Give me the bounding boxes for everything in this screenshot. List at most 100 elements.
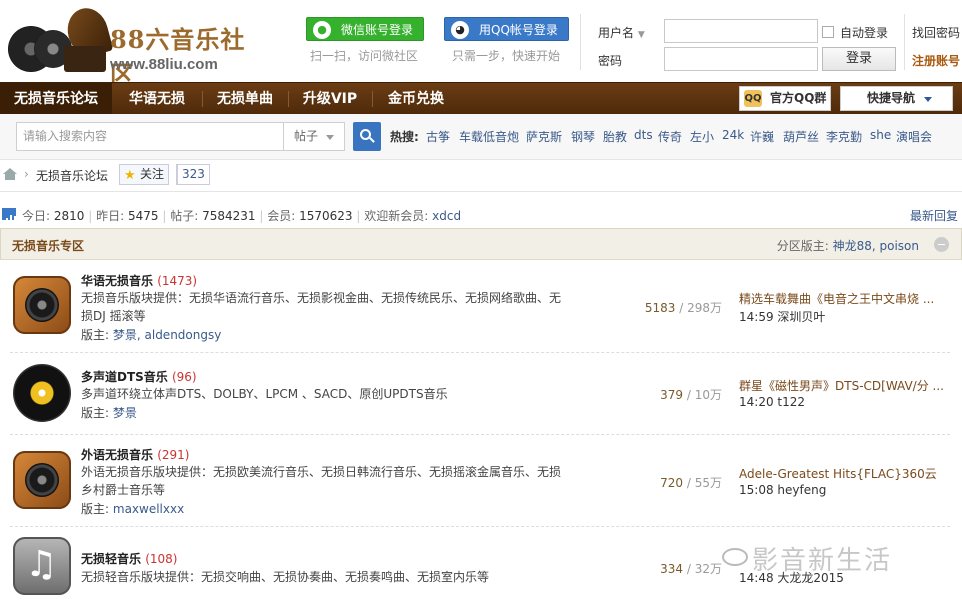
forum-stats: 379 / 10万	[660, 388, 722, 402]
last-post-time[interactable]: 14:59 深圳贝叶	[739, 308, 825, 325]
home-icon[interactable]	[3, 168, 17, 180]
hot-word[interactable]: 传奇	[658, 128, 682, 145]
official-qq-group-button[interactable]: QQ 官方QQ群	[739, 86, 831, 111]
nav-item-chinese-lossless[interactable]: 华语无损	[112, 83, 202, 115]
hot-word[interactable]: 许巍	[750, 128, 774, 145]
forum-description: 多声道环绕立体声DTS、DOLBY、LPCM 、SACD、原创UPDTS音乐	[81, 387, 448, 401]
gramophone-base-icon	[64, 46, 106, 72]
search-type-select[interactable]: 帖子	[284, 122, 345, 151]
wechat-login-label: 微信账号登录	[341, 23, 414, 37]
quick-nav-dropdown[interactable]: 快捷导航	[840, 86, 953, 111]
follow-button[interactable]: ★ 关注	[119, 164, 169, 185]
section-header: 无损音乐专区 分区版主: 神龙88, poison	[0, 228, 962, 260]
wechat-hint: 扫一扫，访问微社区	[310, 49, 419, 63]
hot-word[interactable]: 李克勤	[826, 128, 862, 145]
hot-word[interactable]: 葫芦丝	[783, 128, 819, 145]
speaker-icon[interactable]	[13, 276, 71, 334]
qq-login-button[interactable]: ◕ 用QQ帐号登录	[444, 17, 569, 41]
last-post-title[interactable]: Adele-Greatest Hits{FLAC}360云	[739, 465, 949, 482]
stat-yesterday: 5475	[127, 209, 159, 223]
forum-row: 外语无损音乐 (291) 外语无损音乐版块提供：无损欧美流行音乐、无损日韩流行音…	[10, 435, 950, 527]
logo-title: 88六音乐社区	[110, 25, 246, 89]
username-input[interactable]	[664, 19, 818, 43]
forum-title[interactable]: 华语无损音乐 (1473)	[81, 272, 197, 289]
last-post-time[interactable]: 15:08 heyfeng	[739, 483, 826, 497]
hot-word[interactable]: 胎教	[603, 128, 627, 145]
auto-login-label[interactable]: 自动登录	[840, 24, 888, 41]
forum-new-count: (108)	[145, 552, 178, 566]
stat-posts: 7584231	[202, 209, 256, 223]
forgot-password-link[interactable]: 找回密码	[912, 24, 960, 41]
hot-word[interactable]: dts	[634, 128, 653, 142]
main-nav: 无损音乐论坛 华语无损 无损单曲 升级VIP 金币兑换 QQ 官方QQ群 快捷导…	[0, 82, 962, 115]
chevron-down-icon	[326, 135, 334, 140]
forum-title[interactable]: 多声道DTS音乐 (96)	[81, 368, 197, 385]
hot-word[interactable]: 左小	[690, 128, 714, 145]
nav-item-upgrade-vip[interactable]: 升级VIP	[289, 83, 371, 115]
stat-today: 2810	[53, 209, 85, 223]
collapse-icon[interactable]	[934, 237, 949, 252]
search-input[interactable]: 请输入搜索内容	[16, 122, 284, 151]
vinyl-icon[interactable]	[13, 364, 71, 422]
forum-new-count: (96)	[171, 370, 197, 384]
last-post-title[interactable]: 群星《磁性男声》DTS-CD[WAV/分 ...	[739, 377, 949, 394]
wechat-icon: ●	[313, 21, 331, 39]
new-member-link[interactable]: xdcd	[432, 209, 461, 223]
quick-nav-label: 快捷导航	[867, 91, 916, 105]
section-title[interactable]: 无损音乐专区	[12, 237, 84, 254]
qq-group-icon: QQ	[744, 90, 762, 107]
forum-description: 无损轻音乐版块提供：无损交响曲、无损协奏曲、无损奏鸣曲、无损室内乐等	[81, 570, 490, 584]
latest-reply-link[interactable]: 最新回复	[910, 207, 958, 224]
chevron-down-icon	[924, 97, 932, 102]
wechat-watermark-icon	[722, 548, 748, 566]
section-moderators: 分区版主: 神龙88, poison	[776, 239, 919, 253]
divider	[904, 14, 905, 70]
site-header: 88六音乐社区 www.88liu.com ● 微信账号登录 扫一扫，访问微社区…	[0, 0, 962, 89]
username-label[interactable]: 用户名 ▼	[598, 24, 645, 41]
bar-chart-icon	[2, 208, 16, 222]
hot-word[interactable]: 24k	[722, 128, 744, 142]
forum-moderators: 版主: 梦景, aldendongsy	[81, 328, 222, 342]
qq-penguin-icon: ◕	[451, 21, 469, 39]
hot-word[interactable]: 古筝	[426, 128, 450, 145]
forum-stats: 334 / 32万	[660, 562, 722, 576]
breadcrumb-current[interactable]: 无损音乐论坛	[36, 167, 108, 184]
search-button[interactable]	[353, 122, 381, 151]
nav-item-lossless-singles[interactable]: 无损单曲	[203, 83, 287, 115]
follow-label: 关注	[140, 167, 165, 181]
wechat-login-button[interactable]: ● 微信账号登录	[306, 17, 424, 41]
forum-title[interactable]: 外语无损音乐 (291)	[81, 446, 189, 463]
hot-word[interactable]: 演唱会	[896, 128, 932, 145]
chevron-right-icon: ›	[24, 167, 29, 181]
qq-login-label: 用QQ帐号登录	[479, 23, 558, 37]
forum-moderators: 版主: maxwellxxx	[81, 502, 185, 516]
nav-item-coin-exchange[interactable]: 金币兑换	[373, 83, 459, 115]
forum-new-count: (1473)	[157, 274, 198, 288]
nav-item-lossless-forum[interactable]: 无损音乐论坛	[0, 83, 112, 115]
hot-word[interactable]: 萨克斯	[526, 128, 562, 145]
breadcrumb: › 无损音乐论坛 ★ 关注 323	[0, 160, 962, 192]
qq-group-label: 官方QQ群	[770, 91, 827, 105]
hot-search-label: 热搜:	[390, 130, 419, 144]
forum-description: 外语无损音乐版块提供：无损欧美流行音乐、无损日韩流行音乐、无损摇滚金属音乐、无损…	[81, 465, 562, 497]
forum-stats: 720 / 55万	[660, 476, 722, 490]
forum-title[interactable]: 无损轻音乐 (108)	[81, 550, 177, 567]
stat-members: 1570623	[299, 209, 353, 223]
password-input[interactable]	[664, 47, 818, 71]
last-post-time[interactable]: 14:20 t122	[739, 395, 805, 409]
forum-moderators: 版主: 梦景	[81, 406, 137, 420]
login-button[interactable]: 登录	[822, 47, 896, 71]
hot-word[interactable]: 车载低音炮	[459, 128, 519, 145]
speaker-icon[interactable]	[13, 451, 71, 509]
site-logo[interactable]: 88六音乐社区 www.88liu.com	[6, 3, 246, 89]
forum-row: 华语无损音乐 (1473) 无损音乐版块提供：无损华语流行音乐、无损影视金曲、无…	[10, 262, 950, 353]
music-note-icon[interactable]: ♫	[13, 537, 71, 595]
forum-stats: 5183 / 298万	[644, 301, 722, 315]
hot-word[interactable]: she	[870, 128, 891, 142]
auto-login-checkbox[interactable]	[822, 26, 834, 38]
register-link[interactable]: 注册账号	[912, 52, 960, 69]
last-post-title[interactable]: 精选车载舞曲《电音之王中文串烧 ...	[739, 290, 949, 307]
hot-word[interactable]: 钢琴	[571, 128, 595, 145]
logo-url: www.88liu.com	[110, 56, 218, 73]
forum-new-count: (291)	[157, 448, 190, 462]
